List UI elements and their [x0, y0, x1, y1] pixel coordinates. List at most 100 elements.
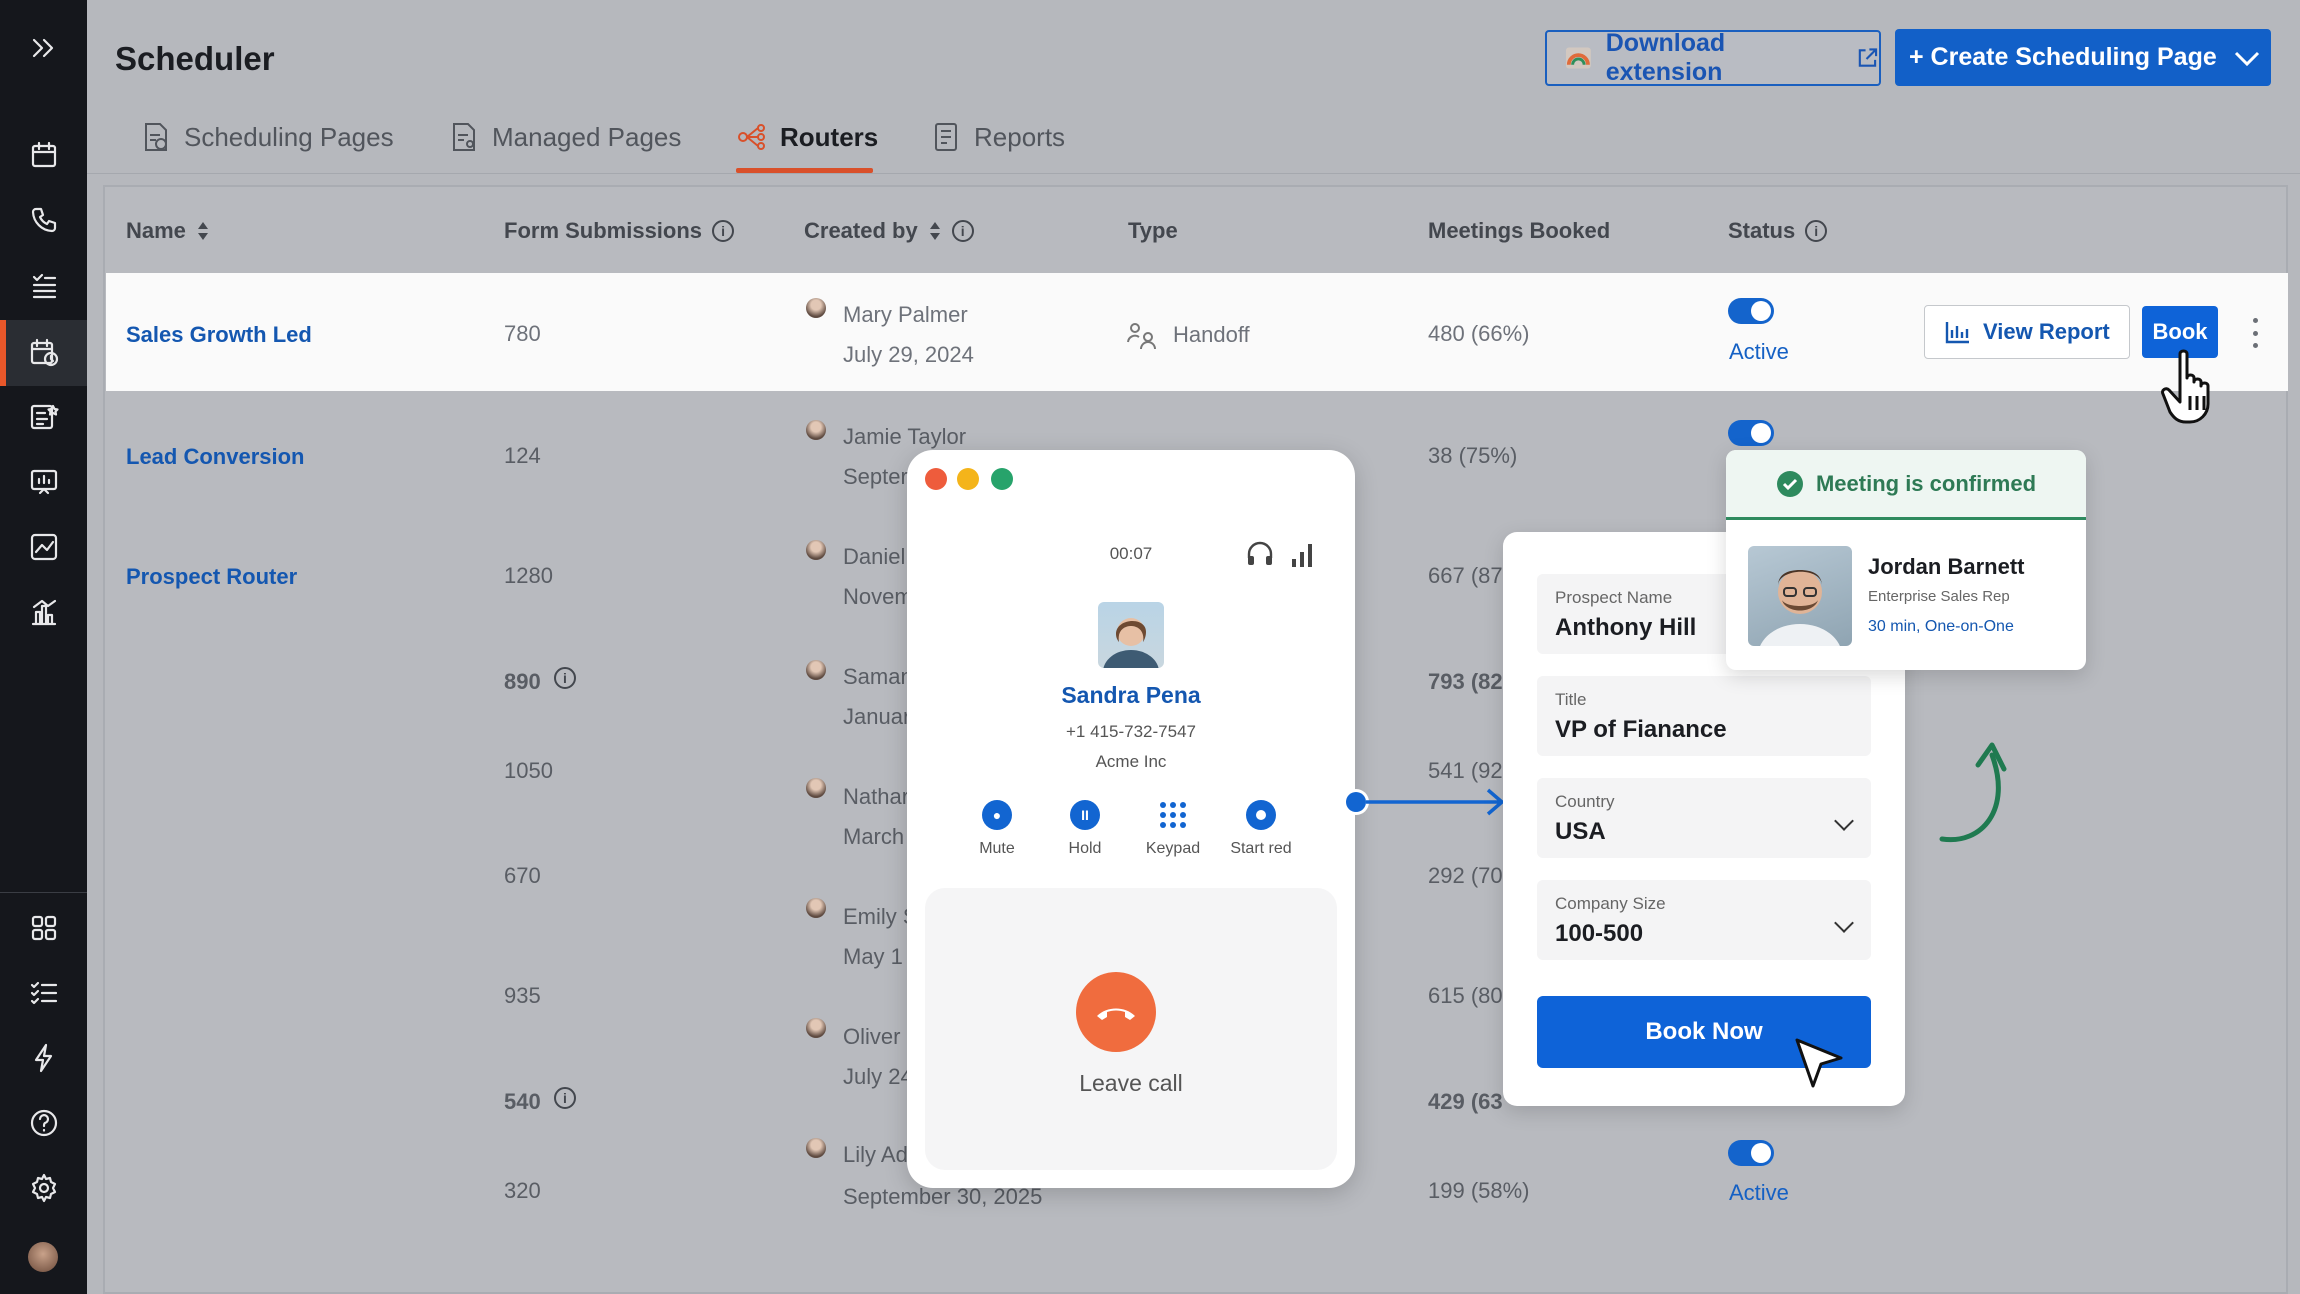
meetings-booked-value: 199 (58%) [1428, 1178, 1530, 1203]
start-recording-button[interactable]: Start red [1221, 800, 1301, 858]
field-label: Title [1555, 690, 1587, 709]
sidebar-divider [0, 892, 87, 893]
field-label: Country [1555, 792, 1615, 811]
caller-company: Acme Inc [1095, 752, 1167, 771]
reports-icon [935, 123, 957, 151]
checklist-icon[interactable] [24, 973, 64, 1013]
status-toggle[interactable] [1728, 420, 1774, 446]
download-extension-button[interactable]: Download extension [1545, 29, 1881, 86]
phone-icon[interactable] [24, 200, 64, 240]
status-label: Active [1729, 339, 1789, 364]
meeting-duration[interactable]: 30 min, One-on-One [1868, 618, 2014, 636]
flow-connector-arrow [1343, 788, 1505, 816]
control-label: Hold [1068, 840, 1102, 857]
info-icon[interactable]: i [951, 220, 974, 242]
tab-scheduling-pages[interactable]: Scheduling Pages [140, 115, 394, 159]
form-submissions-value: 320 [504, 1178, 541, 1203]
status-toggle[interactable] [1728, 1140, 1774, 1166]
view-report-button[interactable]: View Report [1924, 305, 2130, 359]
column-header-name[interactable]: Name [126, 218, 210, 244]
window-minimize-dot[interactable] [957, 468, 979, 490]
info-icon-wrap: i [554, 1087, 576, 1109]
analytics-icon[interactable] [24, 527, 64, 567]
form-submissions-value: 124 [504, 443, 541, 468]
starred-docs-icon[interactable] [24, 397, 64, 437]
status-label: Active [1729, 1180, 1789, 1205]
chevron-down-icon[interactable] [1834, 811, 1854, 831]
expand-sidebar-icon[interactable] [24, 28, 64, 68]
scheduler-icon[interactable] [24, 333, 64, 373]
sort-icon[interactable] [196, 220, 210, 242]
field-value: VP of Fianance [1555, 716, 1727, 743]
sidebar-active-indicator [0, 320, 6, 386]
check-circle-icon [1776, 470, 1803, 497]
creator-avatar [806, 898, 826, 918]
arrow-cursor-icon [1795, 1038, 1843, 1088]
window-maximize-dot[interactable] [991, 468, 1013, 490]
company-size-select[interactable]: Company Size 100-500 [1537, 880, 1871, 960]
more-options-icon[interactable] [2252, 318, 2258, 348]
creator-avatar [806, 1018, 826, 1038]
column-header-type: Type [1128, 218, 1178, 244]
sort-icon[interactable] [928, 220, 942, 242]
pause-icon: II [1070, 800, 1100, 830]
form-submissions-value: 780 [504, 321, 541, 346]
chevron-down-icon[interactable] [1834, 913, 1854, 933]
column-label: Form Submissions [504, 218, 703, 243]
meetings-booked-value: 38 (75%) [1428, 443, 1518, 468]
meetings-booked-value: 541 (92 [1428, 758, 1503, 783]
download-extension-label: Download extension [1605, 29, 1726, 86]
handoff-icon [1127, 323, 1156, 350]
keypad-button[interactable]: Keypad [1133, 800, 1213, 858]
call-timer: 00:07 [1109, 544, 1153, 563]
form-submissions-value: 890 [504, 669, 541, 694]
created-date: May 1 [843, 944, 903, 969]
calendar-icon[interactable] [24, 135, 64, 175]
keypad-icon [1158, 800, 1188, 830]
tab-managed-pages[interactable]: Managed Pages [448, 115, 681, 159]
creator-name: Nathar [843, 784, 910, 809]
field-label: Prospect Name [1555, 588, 1673, 607]
creator-avatar [806, 298, 826, 318]
hold-button[interactable]: II Hold [1045, 800, 1125, 858]
scheduling-page-icon [145, 123, 167, 151]
router-type: Handoff [1173, 322, 1250, 347]
info-icon[interactable]: i [554, 667, 576, 689]
meetings-booked-value: 429 (63 [1428, 1089, 1503, 1114]
help-icon[interactable] [24, 1103, 64, 1143]
form-submissions-value: 1280 [504, 563, 553, 588]
form-submissions-value: 935 [504, 983, 541, 1008]
router-name-link[interactable]: Lead Conversion [126, 444, 304, 470]
country-select[interactable]: Country USA [1537, 778, 1871, 858]
leave-call-button[interactable] [1076, 972, 1156, 1052]
headset-icon[interactable] [1245, 540, 1275, 568]
apps-grid-icon[interactable] [24, 908, 64, 948]
column-header-created-by[interactable]: Created by i [804, 218, 974, 244]
presentation-icon[interactable] [24, 462, 64, 502]
meetings-booked-value: 615 (80 [1428, 983, 1503, 1008]
status-toggle[interactable] [1728, 298, 1774, 324]
settings-gear-icon[interactable] [24, 1168, 64, 1208]
title-field[interactable]: Title VP of Fianance [1537, 676, 1871, 756]
info-icon[interactable]: i [712, 220, 735, 242]
form-submissions-value: 670 [504, 863, 541, 888]
router-name-link[interactable]: Prospect Router [126, 564, 297, 590]
signal-strength-icon [1292, 544, 1312, 567]
lightning-icon[interactable] [24, 1038, 64, 1078]
create-scheduling-page-button[interactable]: + Create Scheduling Page [1895, 29, 2271, 86]
field-value: 100-500 [1555, 920, 1644, 947]
user-avatar[interactable] [28, 1242, 58, 1272]
mute-button[interactable]: ● Mute [957, 800, 1037, 858]
column-label: Status [1728, 218, 1796, 243]
tasks-list-icon[interactable] [24, 265, 64, 305]
chevron-down-icon[interactable] [2233, 47, 2261, 69]
tab-routers[interactable]: Routers [736, 115, 878, 159]
window-close-dot[interactable] [925, 468, 947, 490]
info-icon[interactable]: i [554, 1087, 576, 1109]
router-name-link[interactable]: Sales Growth Led [126, 322, 312, 348]
reports-chart-icon[interactable] [24, 592, 64, 632]
info-icon[interactable]: i [1805, 220, 1828, 242]
control-label: Keypad [1145, 840, 1201, 857]
control-label: Start red [1230, 840, 1292, 857]
tab-reports[interactable]: Reports [930, 115, 1065, 159]
